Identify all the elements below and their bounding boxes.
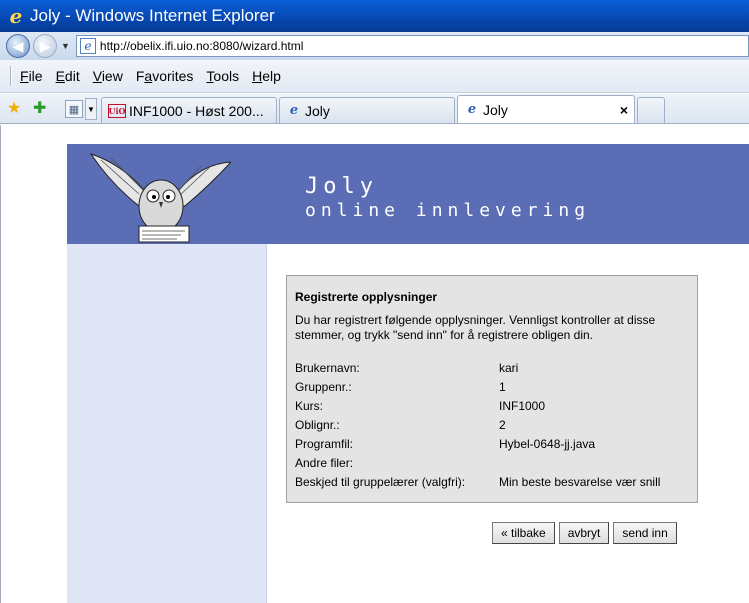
tab-label: Joly: [305, 102, 330, 119]
menu-file[interactable]: File: [20, 68, 43, 84]
tab-label: Joly: [483, 101, 508, 118]
back-icon[interactable]: ◀: [6, 34, 30, 58]
tab-label: INF1000 - Høst 200...: [129, 102, 264, 119]
menu-help[interactable]: Help: [252, 68, 281, 84]
tab-bar: ★ ✚ ▦ ▼ UiO INF1000 - Høst 200... e Joly…: [0, 94, 749, 124]
menu-grip: [10, 66, 12, 86]
new-tab-button[interactable]: [637, 97, 665, 123]
field-value: 2: [499, 417, 506, 432]
page-icon: e: [79, 38, 96, 54]
field-value: Min beste besvarelse vær snill: [499, 474, 661, 489]
tab-joly[interactable]: e Joly: [279, 97, 455, 123]
navigation-bar: ◀ ▶ ▼ e http://obelix.ifi.uio.no:8080/wi…: [0, 32, 749, 60]
field-label: Kurs:: [295, 398, 324, 413]
field-value: Hybel-0648-jj.java: [499, 436, 596, 451]
menu-view[interactable]: View: [93, 68, 123, 84]
field-value: kari: [499, 360, 519, 375]
banner-title: Joly: [305, 174, 378, 199]
field-row-message: Beskjed til gruppelærer (valgfri): Min b…: [295, 472, 689, 491]
field-row-group: Gruppenr.: 1: [295, 377, 689, 396]
field-value: INF1000: [499, 398, 546, 413]
tab-inf1000[interactable]: UiO INF1000 - Høst 200...: [101, 97, 277, 123]
field-row-username: Brukernavn: kari: [295, 358, 689, 377]
window-title: Joly - Windows Internet Explorer: [30, 6, 275, 25]
field-value: 1: [499, 379, 506, 394]
ie-page-icon: e: [289, 103, 299, 118]
quick-tabs-icon[interactable]: ▦: [65, 100, 83, 118]
menu-tools[interactable]: Tools: [206, 68, 239, 84]
field-label: Gruppenr.:: [295, 379, 352, 394]
field-label: Brukernavn:: [295, 360, 360, 375]
field-label: Andre filer:: [295, 455, 354, 470]
ie-page-icon: e: [467, 102, 477, 117]
window-titlebar: e Joly - Windows Internet Explorer: [0, 0, 749, 32]
field-row-other-files: Andre filer:: [295, 453, 689, 472]
field-label: Programfil:: [295, 436, 354, 451]
registration-summary-panel: Registrerte opplysninger Du har registre…: [286, 275, 698, 503]
close-tab-icon[interactable]: ×: [620, 102, 628, 118]
left-sidebar: [67, 244, 267, 603]
tab-list-dropdown-icon[interactable]: ▼: [85, 98, 97, 120]
address-field[interactable]: e http://obelix.ifi.uio.no:8080/wizard.h…: [75, 35, 749, 57]
menu-edit[interactable]: Edit: [56, 68, 80, 84]
field-row-program-file: Programfil: Hybel-0648-jj.java: [295, 434, 689, 453]
wizard-buttons: « tilbake avbryt send inn: [492, 522, 681, 544]
field-label: Oblignr.:: [295, 417, 340, 432]
address-url[interactable]: http://obelix.ifi.uio.no:8080/wizard.htm…: [100, 39, 303, 53]
panel-intro: Du har registrert følgende opplysninger.…: [295, 313, 656, 342]
field-row-course: Kurs: INF1000: [295, 396, 689, 415]
cancel-button[interactable]: avbryt: [558, 522, 610, 544]
add-favorite-icon[interactable]: ✚: [33, 100, 51, 118]
panel-heading: Registrerte opplysninger: [295, 290, 438, 304]
tab-joly-active[interactable]: e Joly ×: [457, 95, 635, 123]
joly-banner: Joly online innlevering: [67, 144, 749, 244]
uio-icon: UiO: [108, 103, 126, 118]
history-dropdown-icon[interactable]: ▼: [61, 41, 70, 51]
menu-favorites[interactable]: Favorites: [136, 68, 194, 84]
banner-subtitle: online innlevering: [305, 200, 591, 221]
field-label: Beskjed til gruppelærer (valgfri):: [295, 474, 466, 489]
back-button[interactable]: « tilbake: [492, 522, 555, 544]
owl-logo-icon: [89, 153, 231, 243]
field-row-assignment: Oblignr.: 2: [295, 415, 689, 434]
favorites-star-icon[interactable]: ★: [7, 100, 25, 118]
submit-button[interactable]: send inn: [613, 522, 677, 544]
ie-logo-icon: e: [9, 4, 23, 28]
menu-bar: File Edit View Favorites Tools Help: [0, 60, 749, 93]
page-viewport: Joly online innlevering Registrerte oppl…: [0, 125, 749, 603]
forward-icon[interactable]: ▶: [33, 34, 57, 58]
